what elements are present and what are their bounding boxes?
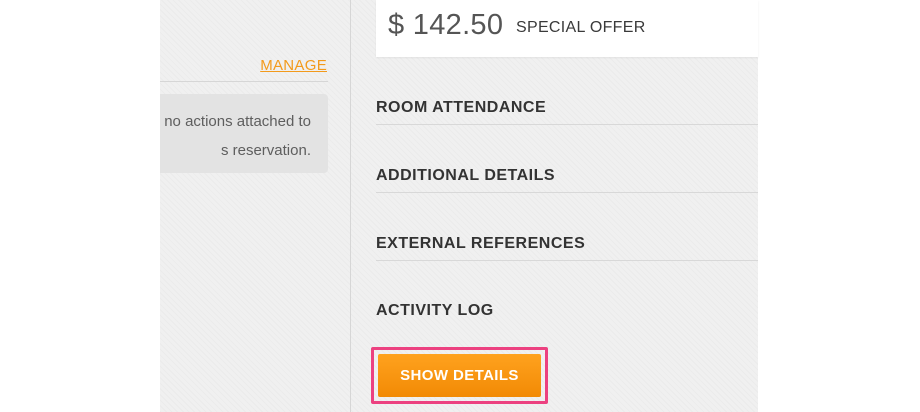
section-activity-log[interactable]: ACTIVITY LOG: [376, 302, 758, 342]
show-details-button[interactable]: SHOW DETAILS: [378, 354, 541, 397]
section-divider: [376, 124, 758, 125]
section-divider: [376, 192, 758, 193]
manage-link[interactable]: MANAGE: [260, 57, 327, 74]
show-details-highlight: SHOW DETAILS: [371, 347, 548, 404]
no-actions-notice: no actions attached to s reservation.: [160, 94, 328, 173]
panel-divider: [350, 0, 351, 412]
price-card: $ 142.50 SPECIAL OFFER: [376, 0, 758, 57]
notice-text: no actions attached to s reservation.: [160, 107, 311, 165]
manage-divider: [160, 81, 328, 82]
section-title: ROOM ATTENDANCE: [376, 99, 547, 116]
section-title: EXTERNAL REFERENCES: [376, 235, 586, 252]
section-title: ADDITIONAL DETAILS: [376, 167, 556, 184]
screenshot-stage: MANAGE no actions attached to s reservat…: [0, 0, 920, 412]
reservation-actions-panel: MANAGE no actions attached to s reservat…: [160, 0, 350, 412]
section-divider: [376, 260, 758, 261]
section-external-references[interactable]: EXTERNAL REFERENCES: [376, 235, 758, 275]
special-offer-label: SPECIAL OFFER: [516, 19, 646, 36]
section-room-attendance[interactable]: ROOM ATTENDANCE: [376, 99, 758, 139]
section-title: ACTIVITY LOG: [376, 302, 494, 319]
section-additional-details[interactable]: ADDITIONAL DETAILS: [376, 167, 758, 207]
notice-line-2: s reservation.: [220, 142, 311, 159]
notice-line-1: no actions attached to: [164, 113, 311, 130]
price-amount: $ 142.50: [388, 9, 504, 41]
